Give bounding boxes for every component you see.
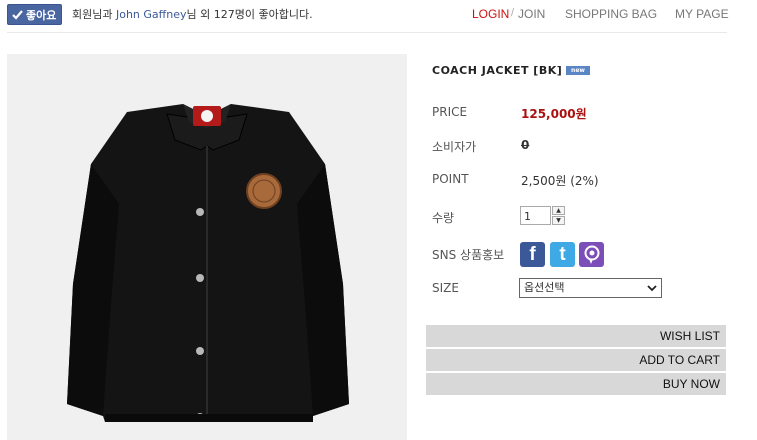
- kakaostory-share-button[interactable]: [579, 242, 604, 267]
- add-to-cart-button[interactable]: ADD TO CART: [426, 349, 726, 371]
- new-badge: new: [566, 66, 590, 75]
- quantity-input[interactable]: 1: [520, 206, 551, 225]
- twitter-icon: t: [559, 244, 566, 265]
- like-summary: 회원님과 John Gaffney님 외 127명이 좋아합니다.: [72, 6, 313, 22]
- facebook-icon: f: [529, 244, 536, 265]
- wish-list-button[interactable]: WISH LIST: [426, 325, 726, 347]
- checkmark-icon: [12, 9, 23, 20]
- header-divider: [7, 32, 727, 33]
- quantity-label: 수량: [432, 211, 455, 225]
- buy-now-button[interactable]: BUY NOW: [426, 373, 726, 395]
- size-selected-value: 옵션선택: [524, 281, 565, 294]
- point-label: POINT: [432, 172, 469, 186]
- size-select[interactable]: 옵션선택: [519, 278, 662, 298]
- facebook-like-button[interactable]: 좋아요: [7, 4, 63, 25]
- kakaostory-icon: [584, 245, 599, 264]
- friend-name-link[interactable]: John Gaffney: [116, 8, 187, 21]
- price-value: 125,000원: [521, 107, 587, 121]
- product-image: [7, 54, 407, 440]
- product-title: COACH JACKET [BK]: [432, 64, 563, 77]
- like-text-prefix: 회원님과: [72, 8, 113, 21]
- consumer-price-label: 소비자가: [432, 140, 477, 154]
- my-page-link[interactable]: MY PAGE: [675, 7, 729, 21]
- join-link[interactable]: JOIN: [518, 7, 545, 21]
- consumer-price-value: 0: [521, 138, 530, 152]
- jacket-illustration: [67, 104, 349, 422]
- like-text-suffix: 님 외 127명이 좋아합니다.: [186, 8, 313, 21]
- twitter-share-button[interactable]: t: [550, 242, 575, 267]
- point-value: 2,500원 (2%): [521, 174, 599, 188]
- quantity-increase-button[interactable]: ▲: [552, 206, 565, 215]
- shopping-bag-link[interactable]: SHOPPING BAG: [565, 7, 657, 21]
- login-link[interactable]: LOGIN: [472, 7, 509, 21]
- sns-label: SNS 상품홍보: [432, 248, 505, 262]
- like-label: 좋아요: [26, 8, 57, 22]
- nav-separator: /: [511, 7, 515, 19]
- chevron-down-icon: [647, 285, 657, 292]
- quantity-decrease-button[interactable]: ▼: [552, 216, 565, 225]
- price-label: PRICE: [432, 105, 468, 119]
- facebook-share-button[interactable]: f: [520, 242, 545, 267]
- size-label: SIZE: [432, 281, 459, 295]
